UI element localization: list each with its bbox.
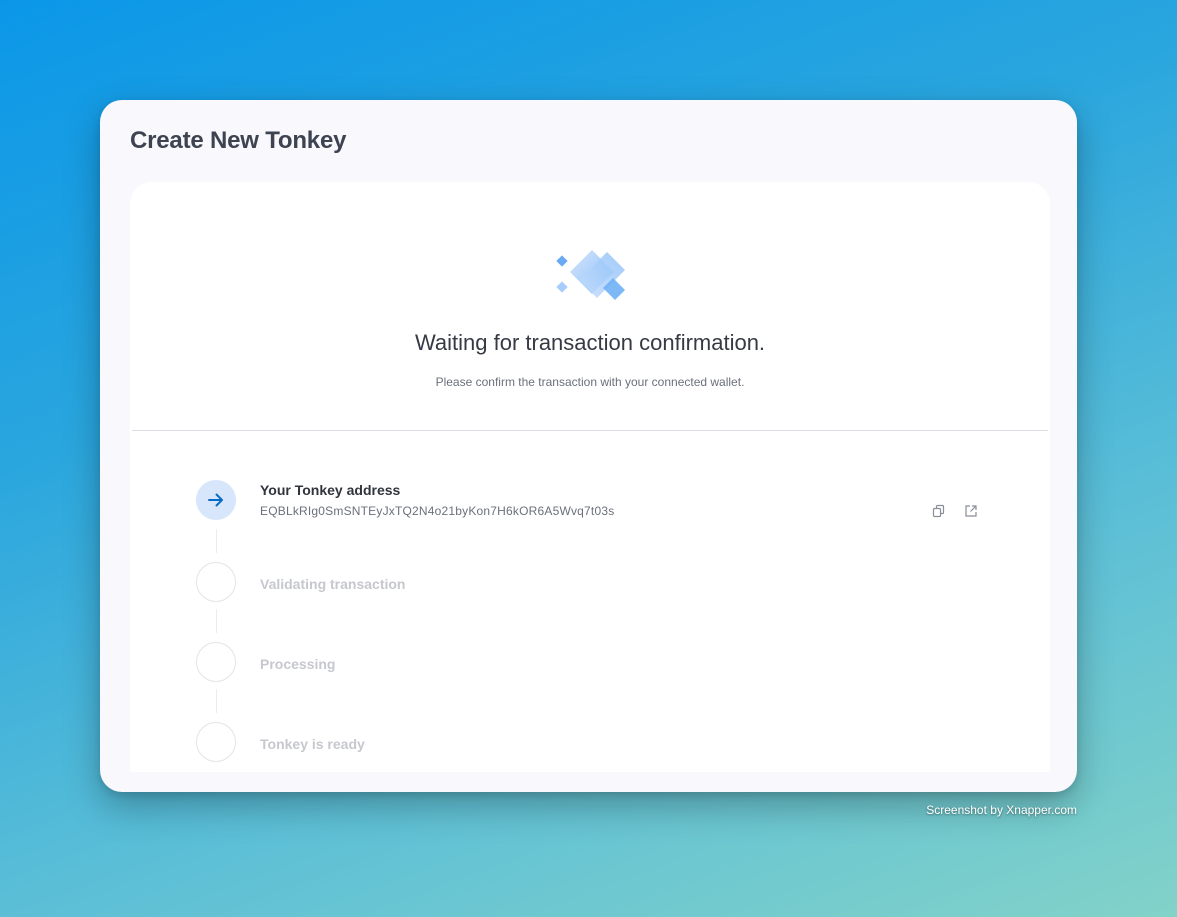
step-2-label: Validating transaction [260,576,406,592]
step-3-label: Processing [260,656,336,672]
create-tonkey-window: Create New Tonkey Waiting for transactio… [100,100,1077,792]
step-1-indicator [196,480,236,520]
page-title: Create New Tonkey [130,127,347,154]
status-subtitle: Please confirm the transaction with your… [435,375,745,389]
step-3-indicator [196,642,236,682]
step-4-label: Tonkey is ready [260,736,365,752]
divider [132,430,1048,431]
watermark: Screenshot by Xnapper.com [926,803,1077,817]
copy-icon[interactable] [930,502,948,520]
step-1-label: Your Tonkey address [260,482,401,498]
tonkey-address: EQBLkRIg0SmSNTEyJxTQ2N4o21byKon7H6kOR6A5… [260,504,615,518]
status-card: Waiting for transaction confirmation. Pl… [130,182,1050,772]
external-link-icon[interactable] [962,502,980,520]
step-connector [216,689,217,713]
arrow-right-icon [208,493,223,507]
step-2-indicator [196,562,236,602]
step-connector [216,609,217,633]
step-connector [216,529,217,553]
step-4-indicator [196,722,236,762]
tonkey-logo-icon [556,250,625,300]
status-title: Waiting for transaction confirmation. [414,330,766,355]
